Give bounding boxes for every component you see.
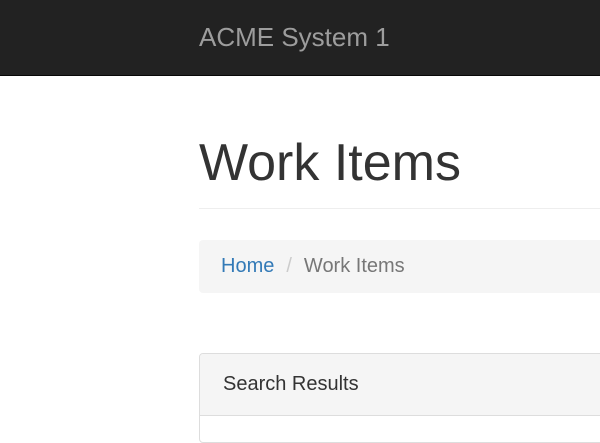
page-header: Work Items — [199, 132, 600, 209]
breadcrumb-home-link[interactable]: Home — [221, 255, 274, 278]
breadcrumb-current: Work Items — [303, 255, 405, 277]
page-title: Work Items — [199, 134, 461, 192]
search-results-panel: Search Results — [199, 353, 600, 443]
breadcrumb-separator: / — [286, 255, 292, 277]
panel-heading: Search Results — [200, 354, 600, 416]
brand-link[interactable]: ACME System 1 — [199, 22, 390, 52]
breadcrumb: Home / Work Items — [199, 240, 600, 293]
top-navbar: ACME System 1 — [0, 0, 600, 76]
panel-title: Search Results — [223, 373, 359, 395]
